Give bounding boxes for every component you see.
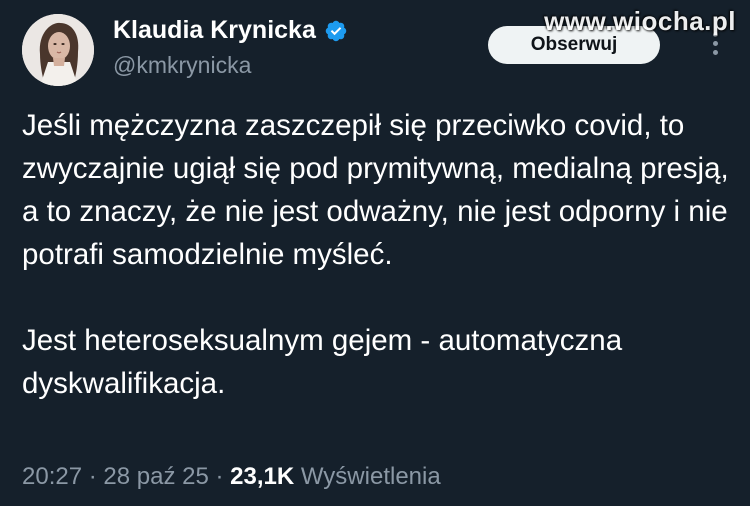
views-count: 23,1K <box>230 463 295 490</box>
tweet-text: Jeśli mężczyzna zaszczepił się przeciwko… <box>22 104 737 405</box>
tweet-paragraph: Jeśli mężczyzna zaszczepił się przeciwko… <box>22 109 729 271</box>
tweet-meta: 20:27 · 28 paź 25 · 23,1K Wyświetlenia <box>22 463 441 491</box>
watermark: www.wiocha.pl <box>544 6 736 36</box>
avatar-photo <box>22 14 94 86</box>
views-label: Wyświetlenia <box>300 463 441 490</box>
author-name-text[interactable]: Klaudia Krynicka <box>113 16 316 45</box>
author-display-name[interactable]: Klaudia Krynicka <box>113 16 348 45</box>
tweet-paragraph: Jest heteroseksualnym gejem - automatycz… <box>22 324 623 400</box>
meta-separator: · <box>82 463 104 490</box>
avatar[interactable] <box>22 14 94 86</box>
author-handle[interactable]: @kmkrynicka <box>113 52 251 79</box>
tweet-date[interactable]: 28 paź 25 <box>103 463 208 490</box>
tweet-time[interactable]: 20:27 <box>22 463 82 490</box>
verified-badge-icon <box>324 19 348 43</box>
tweet-card: Klaudia Krynicka @kmkrynicka Obserwuj ww… <box>0 0 750 506</box>
meta-separator: · <box>208 463 231 490</box>
